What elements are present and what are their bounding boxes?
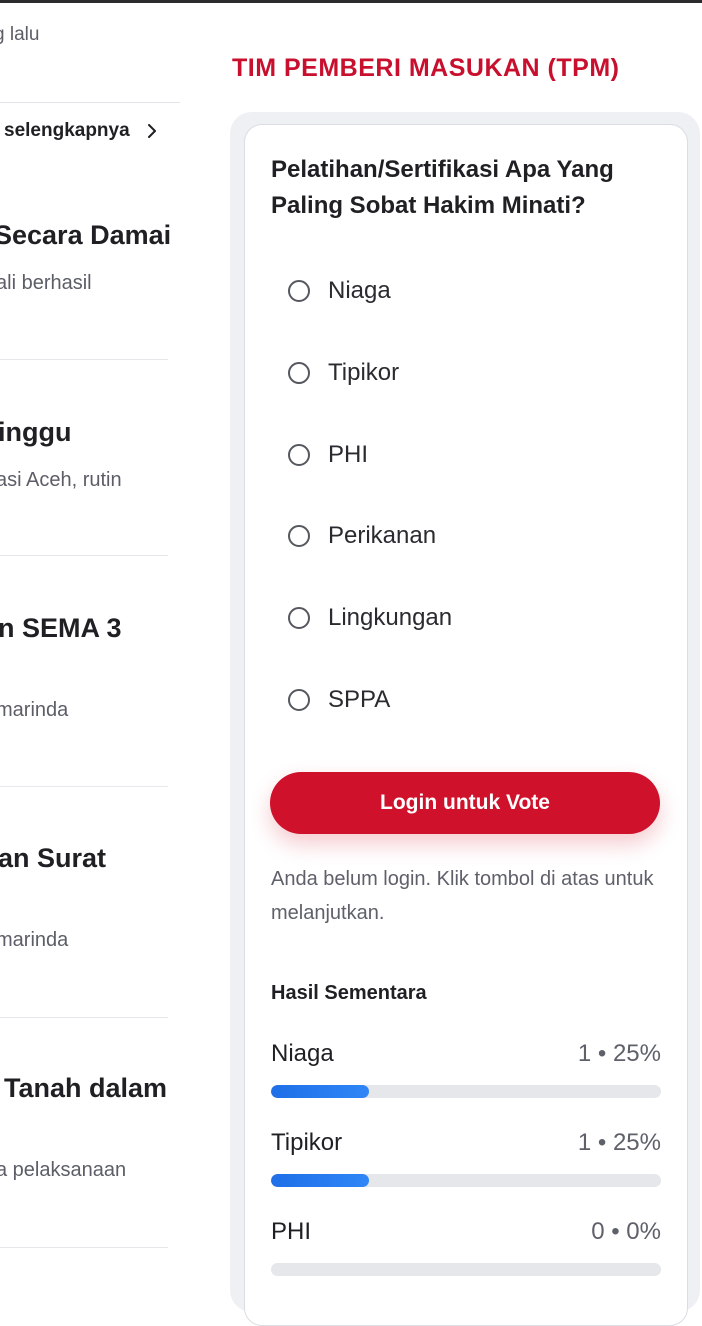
option-label: Tipikor [328, 359, 400, 386]
result-name: PHI [271, 1218, 312, 1245]
poll-option-niaga[interactable]: Niaga [288, 276, 391, 306]
news-title: n SEMA 3 [0, 613, 122, 643]
result-name: Niaga [271, 1040, 334, 1067]
result-stat: 1 • 25% [577, 1040, 661, 1067]
option-label: Niaga [328, 277, 391, 304]
result-name: Tipikor [271, 1129, 343, 1156]
news-title: Secara Damai [0, 220, 172, 250]
see-more-label: selengkapnya [4, 120, 130, 141]
news-title: Tanah dalam [4, 1073, 168, 1103]
poll-option-perikanan[interactable]: Perikanan [288, 521, 436, 551]
chevron-right-icon [147, 124, 156, 138]
news-excerpt: a pelaksanaan [0, 1159, 127, 1181]
divider [0, 786, 168, 787]
news-title: an Surat [0, 843, 107, 873]
poll-option-lingkungan[interactable]: Lingkungan [288, 603, 452, 633]
progress-track [271, 1085, 661, 1098]
radio-button[interactable] [288, 525, 310, 547]
option-label: SPPA [328, 686, 391, 713]
see-more-link[interactable]: selengkapnya [4, 120, 160, 142]
divider [0, 555, 168, 556]
results-title: Hasil Sementara [271, 982, 427, 1004]
login-note: Anda belum login. Klik tombol di atas un… [271, 868, 654, 924]
radio-button[interactable] [288, 607, 310, 629]
radio-button[interactable] [288, 362, 310, 384]
progress-track [271, 1263, 661, 1276]
radio-button[interactable] [288, 689, 310, 711]
option-label: PHI [328, 441, 369, 468]
progress-fill [271, 1085, 369, 1098]
result-stat: 0 • 0% [591, 1218, 661, 1245]
news-excerpt: ali berhasil [0, 272, 92, 294]
progress-fill [271, 1174, 369, 1187]
news-excerpt: asi Aceh, rutin [0, 469, 122, 491]
poll-question: Pelatihan/Sertifikasi Apa Yang Paling So… [271, 156, 614, 219]
time-ago-label: g lalu [0, 24, 40, 45]
poll-option-phi[interactable]: PHI [288, 440, 368, 470]
news-list-column: g lalu selengkapnya Secara Damai ali ber… [0, 0, 200, 1280]
news-excerpt: marinda [0, 699, 69, 721]
option-label: Perikanan [328, 522, 437, 549]
news-title: inggu [0, 417, 72, 447]
result-stat: 1 • 25% [577, 1129, 661, 1156]
radio-button[interactable] [288, 444, 310, 466]
section-title: TIM PEMBERI MASUKAN (TPM) [232, 54, 620, 82]
option-label: Lingkungan [328, 604, 453, 631]
poll-option-sppa[interactable]: SPPA [288, 685, 390, 715]
divider [0, 359, 168, 360]
poll-option-tipikor[interactable]: Tipikor [288, 358, 399, 388]
radio-button[interactable] [288, 280, 310, 302]
login-to-vote-button[interactable]: Login untuk Vote [270, 772, 660, 834]
divider [0, 1247, 168, 1248]
divider [0, 1017, 168, 1018]
progress-track [271, 1174, 661, 1187]
divider [0, 102, 180, 103]
news-excerpt: marinda [0, 929, 69, 951]
